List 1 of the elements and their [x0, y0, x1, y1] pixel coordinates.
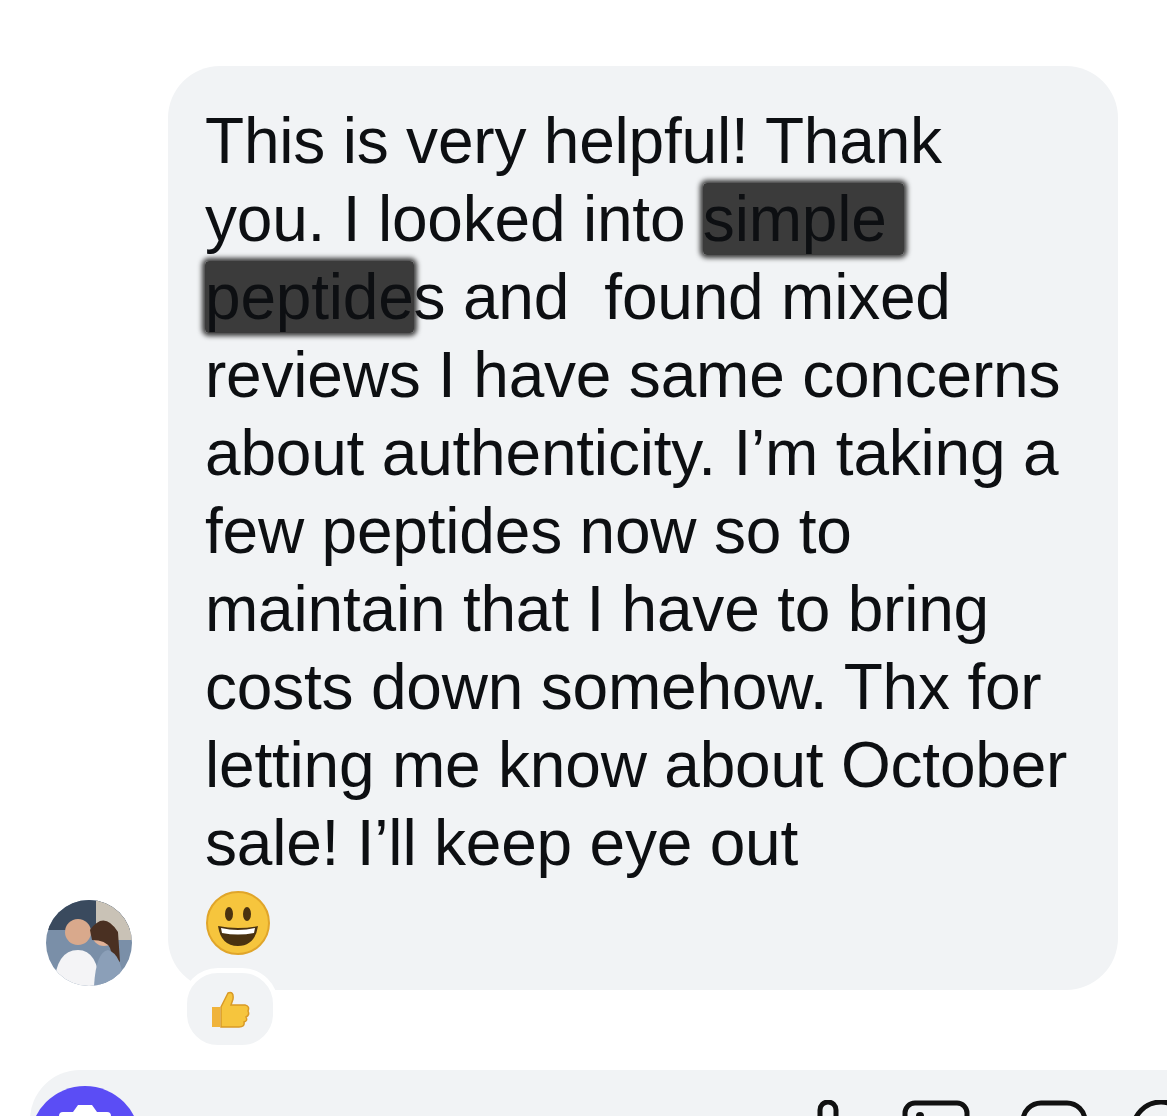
smiley-icon [205, 890, 271, 956]
